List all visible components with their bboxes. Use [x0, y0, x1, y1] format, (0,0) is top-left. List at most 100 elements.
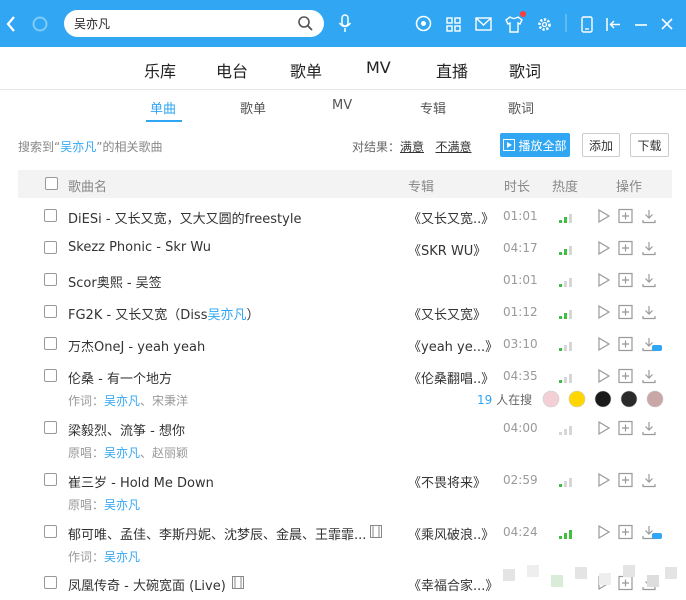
- mail-icon[interactable]: [473, 15, 493, 33]
- back-icon[interactable]: [4, 14, 18, 34]
- mini-mode-icon[interactable]: [578, 14, 596, 34]
- song-album[interactable]: 《yeah ye...》: [408, 336, 498, 355]
- skin-icon[interactable]: [504, 14, 524, 34]
- close-icon[interactable]: [658, 14, 676, 34]
- song-title[interactable]: 梁毅烈、流筝 - 想你: [68, 420, 185, 439]
- nav-item-lyrics[interactable]: 歌词: [509, 58, 541, 82]
- nav-item-radio[interactable]: 电台: [216, 58, 248, 82]
- download-icon[interactable]: [642, 274, 656, 288]
- play-icon[interactable]: [598, 272, 611, 288]
- add-to-list-icon[interactable]: [618, 368, 633, 384]
- avatar[interactable]: [594, 390, 612, 408]
- song-album[interactable]: 《不畏将来》: [408, 472, 486, 491]
- row-checkbox[interactable]: [44, 525, 57, 538]
- collapse-icon[interactable]: [604, 14, 622, 34]
- song-title[interactable]: 郁可唯、孟佳、李斯丹妮、沈梦辰、金晨、王霏霏...: [68, 524, 366, 543]
- row-checkbox[interactable]: [44, 305, 57, 318]
- song-title[interactable]: FG2K - 又长又宽（Diss吴亦凡）: [68, 304, 260, 323]
- song-title[interactable]: Scor奥熙 - 吴签: [68, 272, 162, 291]
- nav-item-mv[interactable]: MV: [366, 58, 391, 77]
- add-to-list-icon[interactable]: [618, 420, 633, 436]
- feedback-unsatisfied-link[interactable]: 不满意: [435, 140, 471, 154]
- credits-artist-link[interactable]: 吴亦凡: [104, 498, 140, 512]
- gear-icon[interactable]: [534, 14, 554, 34]
- add-to-list-icon[interactable]: [618, 524, 633, 540]
- credits-artist-link[interactable]: 吴亦凡: [104, 394, 140, 408]
- song-album[interactable]: 《伦桑翻唱..》: [408, 368, 494, 387]
- table-row: FG2K - 又长又宽（Diss吴亦凡） 《又长又宽》 01:12: [0, 304, 686, 334]
- mv-icon[interactable]: [370, 525, 382, 538]
- song-album[interactable]: 《SKR WU》: [408, 240, 486, 259]
- nav-item-live[interactable]: 直播: [436, 58, 468, 82]
- play-icon[interactable]: [598, 472, 611, 488]
- download-icon[interactable]: [642, 474, 656, 488]
- search-icon[interactable]: [297, 15, 314, 32]
- tab-songs[interactable]: 单曲: [150, 98, 176, 117]
- song-title[interactable]: 凤凰传奇 - 大碗宽面 (Live): [68, 575, 226, 594]
- play-icon[interactable]: [598, 524, 611, 540]
- add-to-list-icon[interactable]: [618, 336, 633, 352]
- add-to-list-icon[interactable]: [618, 304, 633, 320]
- search-input[interactable]: [74, 16, 289, 31]
- feedback-satisfied-link[interactable]: 满意: [400, 140, 424, 154]
- song-title[interactable]: 崔三岁 - Hold Me Down: [68, 472, 214, 491]
- song-album[interactable]: 《又长又宽..》: [408, 208, 494, 227]
- tab-lyrics[interactable]: 歌词: [508, 98, 534, 117]
- avatar[interactable]: [646, 390, 664, 408]
- searcher-avatars[interactable]: [541, 389, 666, 409]
- song-album[interactable]: 《乘风破浪..》: [408, 524, 494, 543]
- song-title[interactable]: Skezz Phonic - Skr Wu: [68, 240, 211, 255]
- download-button[interactable]: 下载: [630, 133, 669, 157]
- download-icon[interactable]: [642, 422, 656, 436]
- row-checkbox[interactable]: [44, 337, 57, 350]
- nav-item-playlist[interactable]: 歌单: [290, 58, 322, 82]
- add-to-list-icon[interactable]: [618, 272, 633, 288]
- download-icon[interactable]: [642, 338, 662, 352]
- select-all-checkbox[interactable]: [45, 177, 58, 190]
- song-title[interactable]: 万杰OneJ - yeah yeah: [68, 336, 205, 355]
- play-icon[interactable]: [598, 304, 611, 320]
- tab-playlists[interactable]: 歌单: [240, 98, 266, 117]
- play-all-button[interactable]: 播放全部: [500, 133, 570, 157]
- minimize-icon[interactable]: [632, 14, 650, 34]
- tab-mv[interactable]: MV: [332, 98, 352, 113]
- add-to-list-icon[interactable]: [618, 240, 633, 256]
- row-checkbox[interactable]: [44, 273, 57, 286]
- play-icon[interactable]: [598, 420, 611, 436]
- record-icon[interactable]: [414, 14, 432, 32]
- song-album[interactable]: 《幸福合家...》: [408, 575, 498, 594]
- add-button[interactable]: 添加: [582, 133, 620, 157]
- play-icon[interactable]: [598, 208, 611, 224]
- credits-artist-link[interactable]: 吴亦凡: [104, 446, 140, 460]
- play-icon[interactable]: [598, 336, 611, 352]
- download-icon[interactable]: [642, 242, 656, 256]
- download-icon[interactable]: [642, 210, 656, 224]
- credits-artist-link[interactable]: 吴亦凡: [104, 550, 140, 564]
- download-icon[interactable]: [642, 306, 656, 320]
- row-checkbox[interactable]: [44, 369, 57, 382]
- mv-icon[interactable]: [232, 576, 244, 589]
- download-icon[interactable]: [642, 526, 662, 540]
- banana-avatar[interactable]: [568, 390, 586, 408]
- search-box[interactable]: [64, 10, 324, 37]
- avatar[interactable]: [620, 390, 638, 408]
- download-icon[interactable]: [642, 370, 656, 384]
- microphone-icon[interactable]: [336, 13, 354, 35]
- song-title[interactable]: DiESi - 又长又宽，又大又圆的freestyle: [68, 208, 301, 227]
- apps-icon[interactable]: [444, 15, 462, 33]
- add-to-list-icon[interactable]: [618, 208, 633, 224]
- row-checkbox[interactable]: [44, 209, 57, 222]
- row-checkbox[interactable]: [44, 473, 57, 486]
- play-icon[interactable]: [598, 368, 611, 384]
- avatar[interactable]: [542, 390, 560, 408]
- play-icon[interactable]: [598, 240, 611, 256]
- row-checkbox[interactable]: [44, 421, 57, 434]
- row-checkbox[interactable]: [44, 576, 57, 589]
- add-to-list-icon[interactable]: [618, 472, 633, 488]
- nav-item-library[interactable]: 乐库: [144, 58, 176, 82]
- song-title[interactable]: 伦桑 - 有一个地方: [68, 368, 172, 387]
- tab-albums[interactable]: 专辑: [420, 98, 446, 117]
- row-checkbox[interactable]: [44, 241, 57, 254]
- refresh-icon[interactable]: [30, 14, 50, 34]
- song-album[interactable]: 《又长又宽》: [408, 304, 486, 323]
